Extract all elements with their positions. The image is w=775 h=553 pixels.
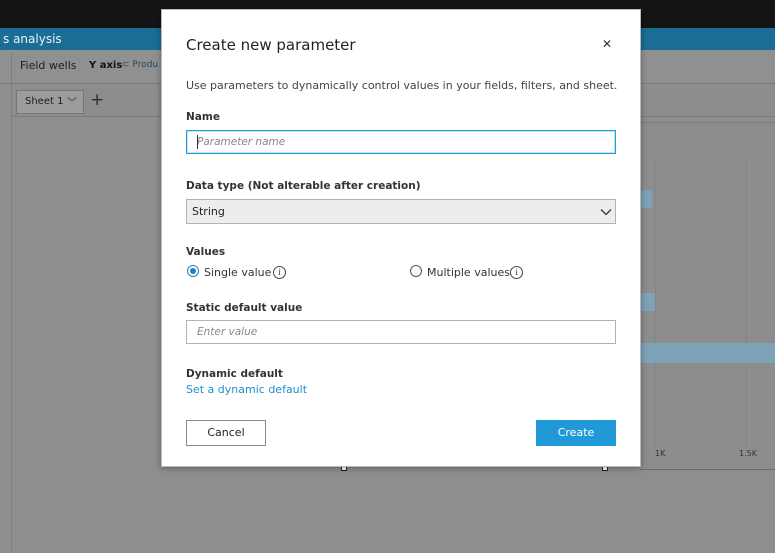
y-axis-field-chip[interactable]: ⊂ Produ xyxy=(122,60,158,70)
chevron-down-icon[interactable]: ﹀ xyxy=(67,94,77,109)
plus-icon[interactable]: + xyxy=(90,90,104,110)
dialog-title: Create new parameter xyxy=(186,36,356,54)
single-value-radio[interactable] xyxy=(187,265,199,277)
info-icon[interactable]: i xyxy=(510,266,523,279)
chart-bar xyxy=(640,343,775,363)
field-icon: ⊂ xyxy=(122,60,130,70)
dynamic-default-label: Dynamic default xyxy=(186,368,283,380)
text-cursor xyxy=(197,135,198,149)
data-type-value: String xyxy=(192,205,225,218)
chart-visual[interactable] xyxy=(640,122,775,470)
axis-tick-label: 1K xyxy=(655,449,666,458)
close-icon[interactable]: ✕ xyxy=(602,38,612,50)
cancel-button[interactable]: Cancel xyxy=(186,420,266,446)
gridline xyxy=(746,160,747,450)
data-type-label: Data type (Not alterable after creation) xyxy=(186,180,421,192)
gridline xyxy=(655,160,656,450)
create-parameter-dialog: Create new parameter ✕ Use parameters to… xyxy=(161,9,641,467)
set-dynamic-default-link[interactable]: Set a dynamic default xyxy=(186,383,307,396)
single-value-label: Single value xyxy=(204,266,272,279)
analysis-title: s analysis xyxy=(3,32,62,46)
y-axis-well-label: Y axis xyxy=(89,60,123,71)
field-wells-toggle[interactable]: Field wells xyxy=(20,59,77,72)
dialog-description: Use parameters to dynamically control va… xyxy=(186,79,618,92)
multiple-values-radio[interactable] xyxy=(410,265,422,277)
static-default-input[interactable]: Enter value xyxy=(186,320,616,344)
chart-bar xyxy=(640,190,652,208)
multiple-values-label: Multiple values xyxy=(427,266,510,279)
chart-bar xyxy=(640,293,655,311)
parameter-name-input[interactable]: Parameter name xyxy=(186,130,616,154)
info-icon[interactable]: i xyxy=(273,266,286,279)
y-axis-field-name: Produ xyxy=(132,60,159,70)
name-label: Name xyxy=(186,111,220,123)
axis-tick-label: 1.5K xyxy=(739,449,757,458)
parameter-name-placeholder: Parameter name xyxy=(197,136,286,148)
sheet-tab-label: Sheet 1 xyxy=(25,96,64,107)
chevron-down-icon xyxy=(600,209,612,216)
data-type-select[interactable]: String xyxy=(186,199,616,224)
values-label: Values xyxy=(186,246,226,258)
create-button[interactable]: Create xyxy=(536,420,616,446)
static-default-placeholder: Enter value xyxy=(197,326,258,338)
static-default-label: Static default value xyxy=(186,302,303,314)
